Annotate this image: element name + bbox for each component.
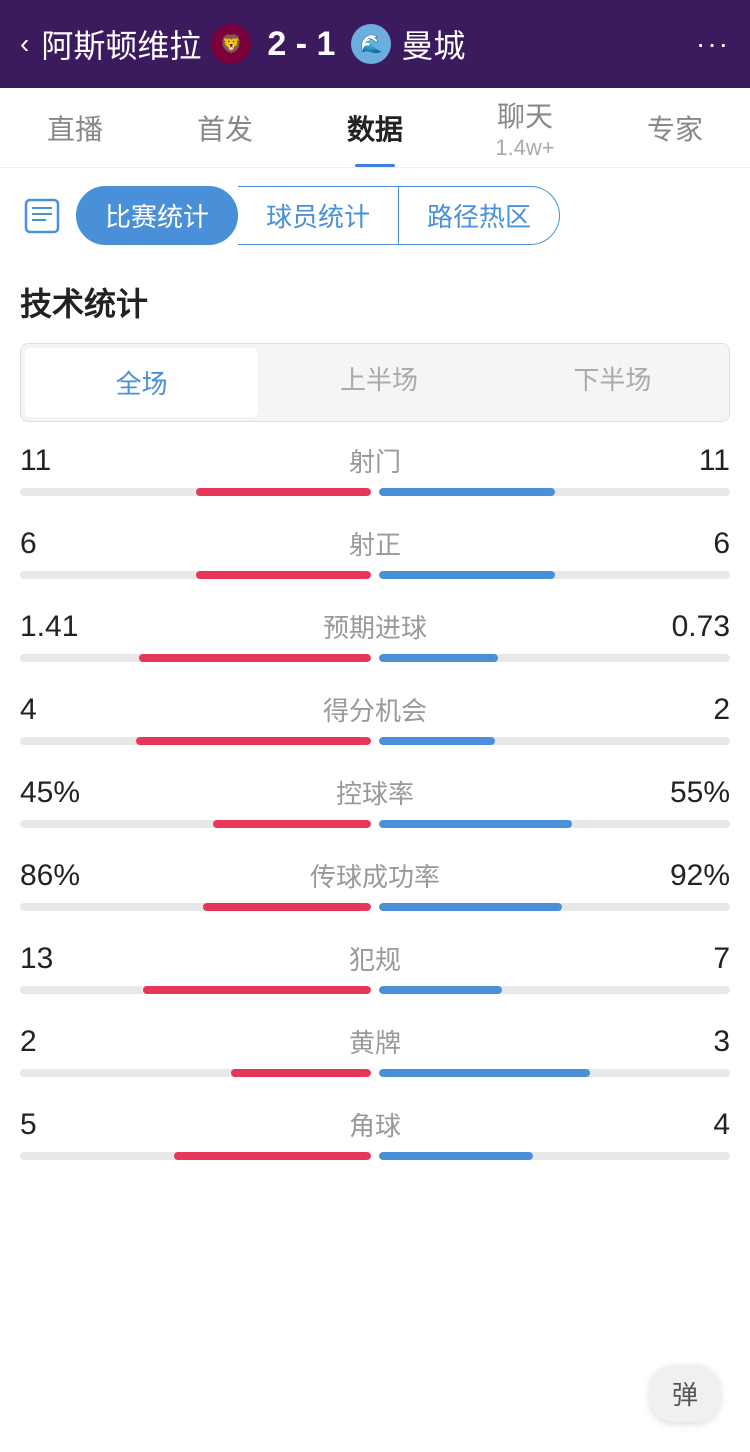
stat-right-value: 4 bbox=[650, 1108, 730, 1142]
stat-label: 犯规 bbox=[100, 940, 650, 977]
stat-left-value: 2 bbox=[20, 1025, 100, 1059]
stat-right-value: 0.73 bbox=[650, 610, 730, 644]
tab-data[interactable]: 数据 bbox=[300, 88, 450, 167]
stat-item: 11射门11 bbox=[20, 442, 730, 497]
stat-left-value: 13 bbox=[20, 942, 100, 976]
stat-bar bbox=[20, 653, 730, 663]
stat-item: 1.41预期进球0.73 bbox=[20, 608, 730, 663]
half-tab-first[interactable]: 上半场 bbox=[262, 344, 495, 421]
stat-right-value: 7 bbox=[650, 942, 730, 976]
stat-label: 射正 bbox=[100, 525, 650, 562]
tab-expert[interactable]: 专家 bbox=[600, 88, 750, 167]
stat-left-value: 45% bbox=[20, 776, 100, 810]
half-tab-second[interactable]: 下半场 bbox=[496, 344, 729, 421]
away-team-logo: 🌊 bbox=[351, 24, 391, 64]
match-score: 2 - 1 bbox=[267, 25, 335, 64]
stat-label: 控球率 bbox=[100, 774, 650, 811]
stat-left-value: 86% bbox=[20, 859, 100, 893]
stat-bar bbox=[20, 570, 730, 580]
main-nav: 直播 首发 数据 聊天1.4w+ 专家 bbox=[0, 88, 750, 168]
stat-label: 得分机会 bbox=[100, 691, 650, 728]
stat-left-value: 6 bbox=[20, 527, 100, 561]
stat-bar bbox=[20, 487, 730, 497]
sub-nav-heatmap[interactable]: 路径热区 bbox=[399, 186, 560, 245]
home-team-logo: 🦁 bbox=[211, 24, 251, 64]
stat-label: 传球成功率 bbox=[100, 857, 650, 894]
more-button[interactable]: ··· bbox=[696, 28, 730, 60]
tab-lineup[interactable]: 首发 bbox=[150, 88, 300, 167]
tab-chat[interactable]: 聊天1.4w+ bbox=[450, 88, 600, 167]
stat-item: 4得分机会2 bbox=[20, 691, 730, 746]
tab-live[interactable]: 直播 bbox=[0, 88, 150, 167]
stats-icon bbox=[20, 194, 64, 238]
home-team-name: 阿斯顿维拉 bbox=[41, 21, 201, 67]
sub-nav-player-stats[interactable]: 球员统计 bbox=[238, 186, 399, 245]
half-tab-full[interactable]: 全场 bbox=[25, 348, 258, 417]
match-title: 阿斯顿维拉 🦁 2 - 1 🌊 曼城 bbox=[41, 21, 696, 67]
stat-item: 6射正6 bbox=[20, 525, 730, 580]
stats-list: 11射门116射正61.41预期进球0.734得分机会245%控球率55%86%… bbox=[0, 442, 750, 1161]
stat-item: 86%传球成功率92% bbox=[20, 857, 730, 912]
stat-bar bbox=[20, 902, 730, 912]
sub-nav-match-stats[interactable]: 比赛统计 bbox=[76, 186, 238, 245]
stat-right-value: 55% bbox=[650, 776, 730, 810]
header: ‹ 阿斯顿维拉 🦁 2 - 1 🌊 曼城 ··· bbox=[0, 0, 750, 88]
stat-left-value: 4 bbox=[20, 693, 100, 727]
stat-label: 角球 bbox=[100, 1106, 650, 1143]
stat-bar bbox=[20, 819, 730, 829]
away-team-name: 曼城 bbox=[401, 21, 465, 67]
stat-item: 2黄牌3 bbox=[20, 1023, 730, 1078]
sub-nav: 比赛统计 球员统计 路径热区 bbox=[0, 168, 750, 263]
stat-bar bbox=[20, 1151, 730, 1161]
stat-right-value: 6 bbox=[650, 527, 730, 561]
stat-label: 黄牌 bbox=[100, 1023, 650, 1060]
stat-label: 预期进球 bbox=[100, 608, 650, 645]
stat-right-value: 2 bbox=[650, 693, 730, 727]
stat-left-value: 1.41 bbox=[20, 610, 100, 644]
stat-bar bbox=[20, 985, 730, 995]
stat-right-value: 11 bbox=[650, 444, 730, 478]
pop-button[interactable]: 弹 bbox=[650, 1365, 720, 1422]
stat-right-value: 92% bbox=[650, 859, 730, 893]
half-tabs: 全场 上半场 下半场 bbox=[20, 343, 730, 422]
stat-item: 5角球4 bbox=[20, 1106, 730, 1161]
stat-right-value: 3 bbox=[650, 1025, 730, 1059]
stat-item: 45%控球率55% bbox=[20, 774, 730, 829]
stat-left-value: 5 bbox=[20, 1108, 100, 1142]
stat-label: 射门 bbox=[100, 442, 650, 479]
stat-item: 13犯规7 bbox=[20, 940, 730, 995]
stat-bar bbox=[20, 736, 730, 746]
stat-left-value: 11 bbox=[20, 444, 100, 478]
section-title: 技术统计 bbox=[0, 263, 750, 333]
stat-bar bbox=[20, 1068, 730, 1078]
back-button[interactable]: ‹ bbox=[20, 28, 29, 60]
